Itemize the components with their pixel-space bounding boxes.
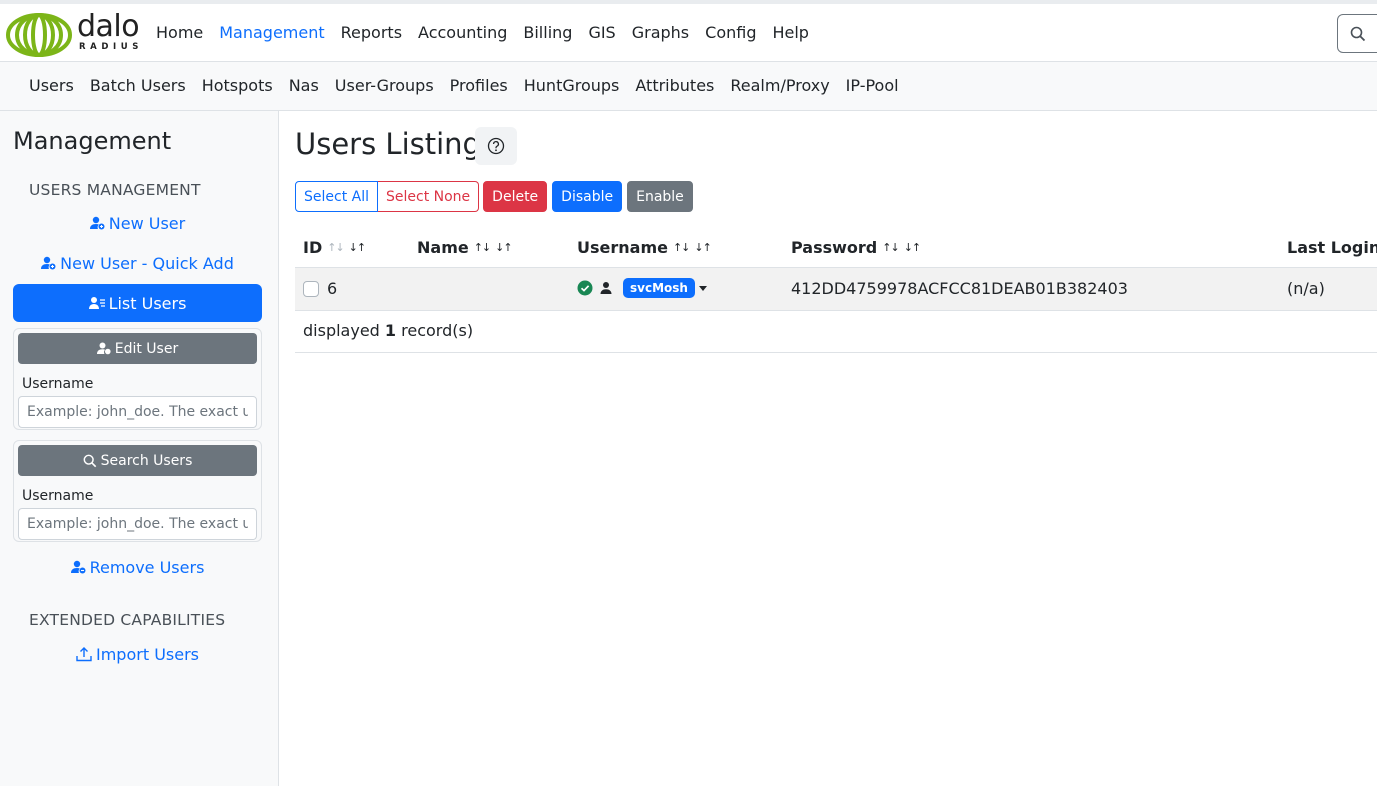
new-user-quick-add-link[interactable]: New User - Quick Add (13, 244, 262, 282)
new-user-label: New User (108, 213, 186, 233)
select-none-button[interactable]: Select None (378, 181, 480, 212)
sidebar-title: Management (13, 127, 172, 155)
row-checkbox[interactable] (303, 281, 319, 297)
column-header-username[interactable]: Username ↑↓ ↓↑ (577, 238, 712, 257)
user-plus-icon (41, 256, 56, 270)
remove-users-link[interactable]: Remove Users (13, 548, 262, 586)
daloradius-logo[interactable]: dalo RADIUS (5, 9, 145, 58)
new-user-quick-add-label: New User - Quick Add (60, 253, 234, 273)
topnav-config[interactable]: Config (705, 22, 756, 44)
topnav-graphs[interactable]: Graphs (632, 22, 689, 44)
sort-desc-icon[interactable]: ↓↑ (495, 241, 512, 254)
subnav-huntgroups[interactable]: HuntGroups (524, 75, 620, 97)
person-icon (600, 282, 612, 294)
action-buttons: Select All Select None Delete Disable En… (295, 181, 693, 212)
enable-button[interactable]: Enable (627, 181, 693, 212)
import-users-label: Import Users (96, 644, 199, 664)
user-edit-icon (96, 342, 111, 355)
user-plus-icon (89, 216, 105, 230)
table-header: ID ↑↓ ↓↑ Name ↑↓ ↓↑ Username ↑↓ ↓↑ Passw… (295, 227, 1377, 268)
topnav-gis[interactable]: GIS (588, 22, 615, 44)
table-footer: displayed 1 record(s) (295, 311, 1377, 353)
topnav-home[interactable]: Home (156, 22, 203, 44)
column-header-id[interactable]: ID ↑↓ ↓↑ (303, 238, 366, 257)
subnav-attributes[interactable]: Attributes (635, 75, 714, 97)
search-users-button-label: Search Users (100, 452, 193, 469)
username-badge[interactable]: svcMosh (623, 278, 695, 298)
question-circle-icon (487, 137, 505, 155)
sidebar: Management USERS MANAGEMENT New User New… (0, 111, 279, 786)
topnav-accounting[interactable]: Accounting (418, 22, 507, 44)
subnav-ip-pool[interactable]: IP-Pool (846, 75, 899, 97)
edit-user-button-label: Edit User (114, 340, 179, 357)
search-users-button[interactable]: Search Users (18, 445, 257, 476)
cell-password: 412DD4759978ACFCC81DEAB01B382403 (791, 279, 1128, 298)
upload-icon (76, 647, 92, 662)
subnav-profiles[interactable]: Profiles (450, 75, 508, 97)
extended-capabilities-heading: EXTENDED CAPABILITIES (29, 611, 226, 629)
import-users-link[interactable]: Import Users (13, 635, 262, 673)
subnav-users[interactable]: Users (29, 75, 74, 97)
table-row[interactable]: 6 svcMosh 412DD4759978ACFCC81DEAB01B3824… (295, 268, 1377, 311)
disable-button[interactable]: Disable (552, 181, 623, 212)
sort-desc-icon[interactable]: ↓↑ (694, 241, 711, 254)
subnav-hotspots[interactable]: Hotspots (202, 75, 273, 97)
main-content: Users Listing Select All Select None Del… (279, 111, 1377, 786)
users-table: ID ↑↓ ↓↑ Name ↑↓ ↓↑ Username ↑↓ ↓↑ Passw… (295, 227, 1377, 353)
new-user-link[interactable]: New User (13, 204, 262, 242)
top-navbar: dalo RADIUS Home Management Reports Acco… (0, 0, 1377, 62)
list-users-label: List Users (108, 293, 187, 313)
edit-user-card: Edit User Username (13, 328, 262, 430)
sort-desc-icon[interactable]: ↓↑ (349, 241, 366, 254)
subnav-batch-users[interactable]: Batch Users (90, 75, 186, 97)
sort-desc-icon[interactable]: ↓↑ (904, 241, 921, 254)
search-icon (83, 454, 96, 467)
remove-users-label: Remove Users (89, 557, 205, 577)
column-header-name[interactable]: Name ↑↓ ↓↑ (417, 238, 513, 257)
edit-user-button[interactable]: Edit User (18, 333, 257, 364)
search-button[interactable] (1337, 14, 1377, 53)
subnav-realm-proxy[interactable]: Realm/Proxy (730, 75, 829, 97)
cell-username: svcMosh (577, 278, 707, 298)
topnav-help[interactable]: Help (772, 22, 808, 44)
sort-asc-icon[interactable]: ↑↓ (327, 241, 344, 254)
subnav-nas[interactable]: Nas (289, 75, 319, 97)
users-management-heading: USERS MANAGEMENT (29, 181, 201, 199)
edit-username-label: Username (22, 376, 94, 392)
topnav-management[interactable]: Management (219, 22, 324, 44)
cell-last-login: (n/a) (1287, 279, 1325, 298)
username-dropdown[interactable]: svcMosh (623, 278, 707, 298)
logo-text: dalo (77, 9, 140, 44)
sort-asc-icon[interactable]: ↑↓ (882, 241, 899, 254)
logo-subtext: RADIUS (79, 42, 143, 52)
delete-button[interactable]: Delete (483, 181, 548, 212)
search-username-label: Username (22, 488, 94, 504)
topnav-reports[interactable]: Reports (341, 22, 402, 44)
help-button[interactable] (475, 127, 517, 165)
search-icon (1350, 26, 1366, 42)
subnav-user-groups[interactable]: User-Groups (335, 75, 434, 97)
chevron-down-icon[interactable] (698, 285, 707, 291)
edit-username-input[interactable] (18, 396, 257, 428)
page-title: Users Listing (295, 127, 481, 161)
column-header-last-login[interactable]: Last Login T (1287, 238, 1377, 257)
record-count-text: displayed 1 record(s) (303, 321, 474, 340)
select-all-button[interactable]: Select All (295, 181, 378, 212)
sort-asc-icon[interactable]: ↑↓ (673, 241, 690, 254)
check-circle-icon (577, 280, 593, 296)
search-username-input[interactable] (18, 508, 257, 540)
user-list-icon (88, 297, 105, 309)
user-remove-icon (70, 560, 86, 574)
cell-id: 6 (327, 279, 338, 298)
list-users-link[interactable]: List Users (13, 284, 262, 322)
management-subnav: Users Batch Users Hotspots Nas User-Grou… (0, 62, 1377, 111)
sort-asc-icon[interactable]: ↑↓ (474, 241, 491, 254)
column-header-password[interactable]: Password ↑↓ ↓↑ (791, 238, 921, 257)
top-nav: Home Management Reports Accounting Billi… (156, 22, 825, 44)
topnav-billing[interactable]: Billing (523, 22, 572, 44)
search-users-card: Search Users Username (13, 440, 262, 542)
